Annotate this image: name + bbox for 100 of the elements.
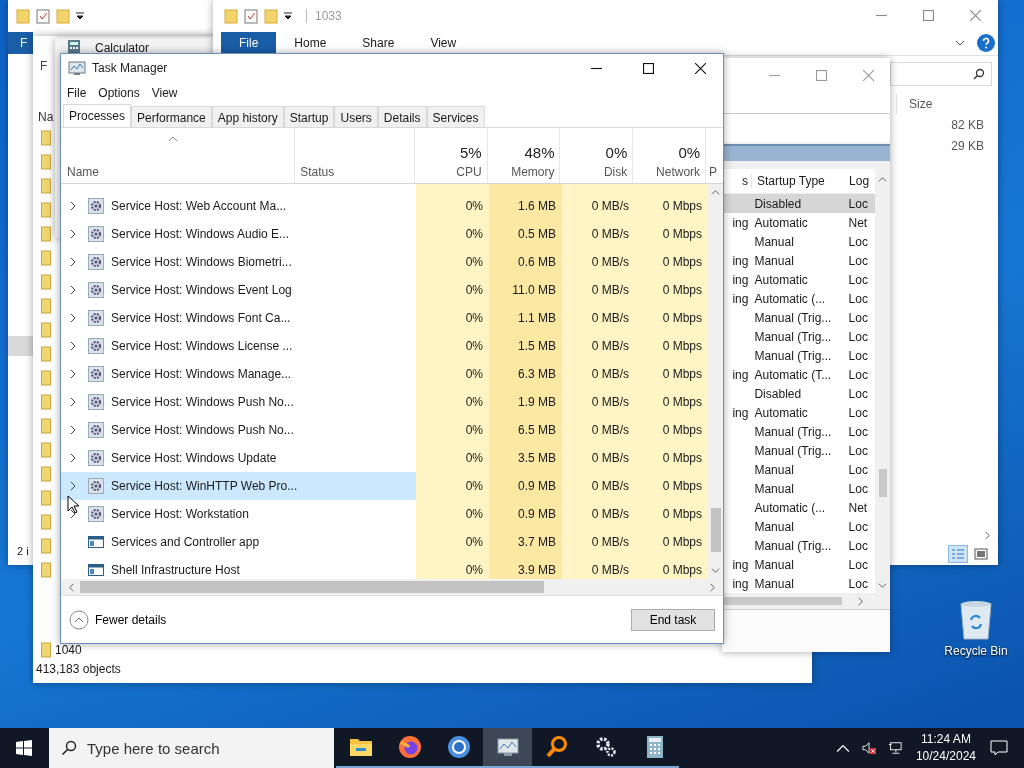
process-row[interactable]: Service Host: WinHTTP Web Pro... bbox=[61, 472, 416, 500]
properties-icon[interactable] bbox=[36, 8, 50, 24]
expand-icon[interactable] bbox=[69, 229, 76, 239]
scroll-right-icon[interactable] bbox=[856, 596, 865, 606]
expand-icon[interactable] bbox=[69, 369, 76, 379]
expand-icon[interactable] bbox=[69, 481, 76, 491]
process-row[interactable]: Service Host: Windows License ... bbox=[61, 332, 416, 360]
thumbnail-view-icon[interactable] bbox=[972, 546, 990, 562]
gear-icon[interactable] bbox=[593, 735, 618, 759]
ribbon-tab[interactable]: File bbox=[221, 32, 277, 54]
scroll-right-icon[interactable] bbox=[983, 530, 992, 540]
browser-icon[interactable] bbox=[397, 735, 422, 759]
expand-icon[interactable] bbox=[69, 453, 76, 463]
column-header[interactable]: Size bbox=[909, 97, 933, 111]
process-row[interactable]: Service Host: Windows Audio E... bbox=[61, 220, 416, 248]
service-row[interactable]: Manual Loc bbox=[722, 479, 875, 498]
file-name[interactable]: 1040 bbox=[55, 643, 82, 657]
start-button[interactable] bbox=[16, 740, 32, 756]
ribbon-tab[interactable]: Share bbox=[344, 32, 413, 54]
column-header[interactable]: Disk bbox=[603, 165, 628, 179]
expand-icon[interactable] bbox=[69, 425, 76, 435]
service-row[interactable]: Manual Loc bbox=[722, 232, 875, 251]
chevron-icon[interactable] bbox=[955, 40, 965, 46]
service-row[interactable]: Manual (Trig... Loc bbox=[722, 327, 875, 346]
notifications-icon[interactable] bbox=[990, 740, 1008, 756]
desktop-icon-label[interactable]: Recycle Bin bbox=[944, 644, 1008, 658]
scroll-down-icon[interactable] bbox=[878, 581, 887, 590]
process-row[interactable]: Services and Controller app bbox=[61, 528, 416, 556]
dropdown-icon[interactable] bbox=[76, 12, 84, 20]
service-row[interactable]: Manual (Trig... Loc bbox=[722, 422, 875, 441]
network-icon[interactable] bbox=[887, 741, 902, 755]
expand-icon[interactable] bbox=[69, 341, 76, 351]
tab[interactable]: Services bbox=[426, 106, 485, 127]
scroll-right-icon[interactable] bbox=[708, 582, 717, 592]
scrollbar[interactable] bbox=[722, 593, 890, 609]
tab[interactable]: Users bbox=[334, 106, 378, 127]
column-header[interactable]: Name bbox=[67, 165, 290, 179]
tab[interactable]: Startup bbox=[283, 106, 335, 127]
tab[interactable]: Performance bbox=[131, 106, 212, 127]
process-row[interactable]: Service Host: Windows Push No... bbox=[61, 388, 416, 416]
service-row[interactable]: ing Automatic Loc bbox=[722, 403, 875, 422]
service-row[interactable]: ing Automatic Loc bbox=[722, 270, 875, 289]
service-row[interactable]: ing Automatic (... Loc bbox=[722, 289, 875, 308]
service-row[interactable]: Manual Loc bbox=[722, 517, 875, 536]
scroll-thumb[interactable] bbox=[80, 581, 544, 593]
column-header[interactable]: Log bbox=[849, 174, 875, 188]
process-row[interactable]: Service Host: Windows Event Log bbox=[61, 276, 416, 304]
browser-icon[interactable] bbox=[446, 735, 471, 759]
expand-icon[interactable] bbox=[69, 201, 76, 211]
tab[interactable]: App history bbox=[211, 106, 284, 127]
service-row[interactable]: Manual (Trig... Loc bbox=[722, 441, 875, 460]
service-row[interactable]: Manual Loc bbox=[722, 460, 875, 479]
scroll-up-icon[interactable] bbox=[711, 188, 720, 197]
scroll-left-icon[interactable] bbox=[67, 582, 76, 592]
service-row[interactable]: ing Manual Loc bbox=[722, 251, 875, 270]
expand-icon[interactable] bbox=[69, 285, 76, 295]
help-icon[interactable] bbox=[977, 34, 995, 52]
maximize-icon[interactable] bbox=[643, 62, 654, 74]
process-row[interactable]: Service Host: Windows Biometri... bbox=[61, 248, 416, 276]
end-task-button[interactable]: End task bbox=[631, 608, 715, 631]
expand-icon[interactable] bbox=[69, 313, 76, 323]
process-row[interactable]: Shell Infrastructure Host bbox=[61, 556, 416, 579]
task-manager-icon[interactable] bbox=[495, 735, 520, 759]
recycle-bin-icon[interactable] bbox=[958, 600, 994, 640]
fewer-details-button[interactable]: Fewer details bbox=[69, 609, 167, 630]
expand-icon[interactable] bbox=[69, 257, 76, 267]
process-row[interactable]: Service Host: Windows Font Ca... bbox=[61, 304, 416, 332]
magnifier-icon[interactable] bbox=[544, 735, 569, 759]
process-row[interactable]: Service Host: Windows Update bbox=[61, 444, 416, 472]
close-icon[interactable] bbox=[695, 62, 706, 74]
service-row[interactable]: ing Manual Loc bbox=[722, 574, 875, 593]
process-row[interactable]: Service Host: Windows Push No... bbox=[61, 416, 416, 444]
tab[interactable]: Details bbox=[377, 106, 427, 127]
service-row[interactable]: Manual (Trig... Loc bbox=[722, 346, 875, 365]
service-row[interactable]: Manual (Trig... Loc bbox=[722, 536, 875, 555]
column-header[interactable]: Na bbox=[38, 110, 54, 124]
column-header[interactable]: Startup Type bbox=[750, 174, 850, 188]
column-header[interactable]: Status bbox=[300, 165, 409, 179]
search-field[interactable] bbox=[890, 62, 992, 86]
menu-item[interactable]: File bbox=[67, 86, 87, 100]
file-tab[interactable]: F bbox=[8, 32, 34, 54]
sort-caret-icon[interactable] bbox=[168, 136, 178, 142]
menu-item[interactable]: Options bbox=[98, 86, 140, 100]
properties-icon[interactable] bbox=[244, 7, 258, 24]
file-tab[interactable]: F bbox=[40, 59, 48, 73]
process-row[interactable]: Service Host: Web Account Ma... bbox=[61, 192, 416, 220]
search-field[interactable]: Type here to search bbox=[49, 728, 334, 768]
ribbon-tab[interactable]: View bbox=[412, 32, 475, 54]
scroll-thumb[interactable] bbox=[710, 508, 721, 552]
column-header[interactable]: Network bbox=[656, 165, 701, 179]
service-row[interactable]: ing Automatic Net bbox=[722, 213, 875, 232]
speaker-muted-icon[interactable] bbox=[861, 741, 876, 755]
service-row[interactable]: ing Automatic (T... Loc bbox=[722, 365, 875, 384]
menu-item[interactable]: View bbox=[151, 86, 178, 100]
dropdown-icon[interactable] bbox=[284, 11, 292, 20]
service-row[interactable]: Automatic (... Net bbox=[722, 498, 875, 517]
scroll-thumb[interactable] bbox=[878, 468, 887, 497]
process-row[interactable]: Service Host: Windows Manage... bbox=[61, 360, 416, 388]
scroll-down-icon[interactable] bbox=[711, 566, 720, 575]
column-header[interactable]: P bbox=[709, 165, 724, 179]
